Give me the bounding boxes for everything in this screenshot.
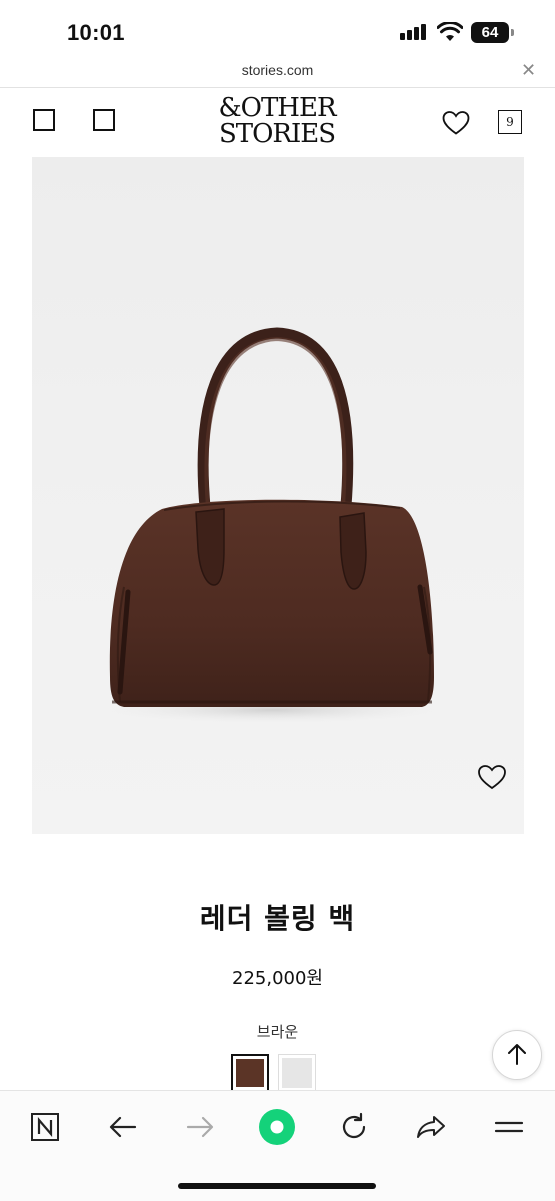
swatch-grey[interactable]	[278, 1054, 316, 1092]
home-indicator[interactable]	[178, 1183, 376, 1189]
reload-icon[interactable]	[334, 1109, 374, 1145]
swatch-brown-fill	[236, 1059, 264, 1087]
naver-n-icon[interactable]	[25, 1109, 65, 1145]
wishlist-heart-icon[interactable]	[477, 762, 507, 792]
battery-nub	[511, 29, 514, 36]
wifi-icon	[437, 22, 463, 41]
battery-icon: 64	[471, 22, 509, 43]
url-domain[interactable]: stories.com	[0, 62, 555, 78]
product-price: 225,000원	[232, 968, 323, 989]
color-name: 브라운	[256, 1023, 299, 1041]
back-arrow-icon[interactable]	[103, 1109, 143, 1145]
swatch-brown[interactable]	[231, 1054, 269, 1092]
green-dot-icon[interactable]	[257, 1109, 297, 1145]
signal-icon	[400, 24, 428, 40]
menu-square-icon[interactable]	[33, 109, 55, 131]
url-bar[interactable]: stories.com ✕	[0, 58, 555, 88]
arrow-up-icon	[508, 1044, 526, 1065]
product-title: 레더 볼링 백	[199, 902, 356, 935]
brand-logo[interactable]: &OTHER STORIES	[177, 95, 377, 147]
bag-icon[interactable]: 9	[498, 110, 522, 134]
logo-line-2: STORIES	[218, 119, 336, 149]
bowling-bag-illustration	[92, 327, 452, 724]
search-square-icon[interactable]	[93, 109, 115, 131]
share-icon[interactable]	[411, 1109, 451, 1145]
site-header: &OTHER STORIES 9	[0, 88, 555, 156]
swatch-grey-fill	[282, 1058, 312, 1088]
heart-icon[interactable]	[442, 110, 470, 136]
scroll-to-top-button[interactable]	[492, 1030, 542, 1080]
close-icon[interactable]: ✕	[521, 60, 536, 81]
product-image[interactable]	[32, 157, 524, 834]
clock: 10:01	[67, 20, 125, 45]
status-bar: 10:01 64	[0, 0, 555, 58]
logo-line-1: &OTHER	[218, 93, 336, 123]
forward-arrow-icon[interactable]	[180, 1109, 220, 1145]
menu-icon[interactable]	[489, 1109, 529, 1145]
